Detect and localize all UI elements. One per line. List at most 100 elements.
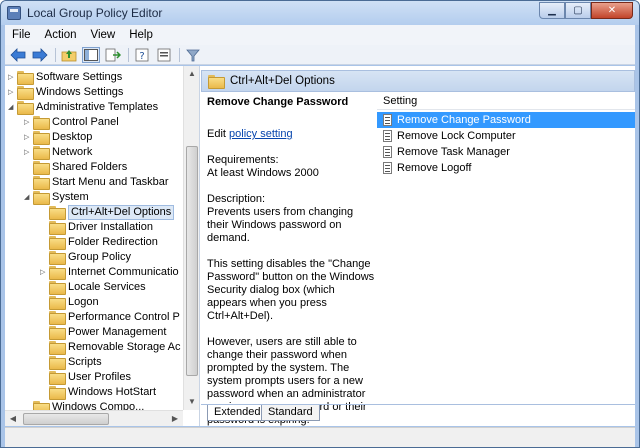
tree-item-label: System: [52, 191, 89, 203]
tree-item[interactable]: ▷ Desktop: [5, 130, 183, 145]
export-list-button[interactable]: [104, 47, 122, 63]
tree-item[interactable]: ◢ System: [5, 190, 183, 205]
tree-item-label: Removable Storage Ac: [68, 341, 181, 353]
description-paragraph-2: This setting disables the "Change Passwo…: [207, 258, 375, 322]
tree-scroll-thumb[interactable]: [186, 146, 198, 376]
tree-hscroll-thumb[interactable]: [23, 413, 109, 425]
tree-item[interactable]: Removable Storage Ac: [5, 340, 183, 355]
tree-horizontal-scrollbar[interactable]: ◀ ▶: [5, 410, 183, 426]
collapse-icon[interactable]: ◢: [8, 104, 15, 111]
setting-label: Remove Change Password: [397, 114, 531, 126]
tree-item[interactable]: Locale Services: [5, 280, 183, 295]
client-area: ▷ Software Settings ▷ Windows Settings ◢ Admi…: [5, 66, 635, 426]
export-list-icon: [105, 48, 121, 61]
setting-column-header[interactable]: Setting: [377, 92, 635, 110]
collapse-icon[interactable]: ◢: [24, 194, 31, 201]
scroll-down-icon[interactable]: ▼: [184, 394, 199, 410]
folder-icon: [49, 311, 66, 325]
expand-icon[interactable]: ▷: [40, 269, 47, 276]
tree-item[interactable]: ▷ Control Panel: [5, 115, 183, 130]
window-controls: ▁ ▢ ✕: [539, 2, 633, 19]
svg-text:?: ?: [139, 51, 144, 62]
minimize-button[interactable]: ▁: [539, 2, 565, 19]
tree-item-label: User Profiles: [68, 371, 131, 383]
back-arrow-icon: [10, 47, 26, 62]
tree-item-label: Windows HotStart: [68, 386, 157, 398]
maximize-button[interactable]: ▢: [565, 2, 591, 19]
tree-item[interactable]: Shared Folders: [5, 160, 183, 175]
expand-icon: [40, 299, 47, 306]
tree-item[interactable]: Scripts: [5, 355, 183, 370]
tree-item-label: Internet Communicatio: [68, 266, 179, 278]
expand-icon[interactable]: ▷: [24, 119, 31, 126]
expand-icon[interactable]: ▷: [8, 89, 15, 96]
forward-button[interactable]: [31, 47, 49, 63]
expand-icon[interactable]: ▷: [24, 134, 31, 141]
tree-item-label: Start Menu and Taskbar: [52, 176, 169, 188]
expand-icon[interactable]: ▷: [24, 149, 31, 156]
tree-vertical-scrollbar[interactable]: ▲ ▼: [183, 66, 199, 410]
setting-row[interactable]: Remove Lock Computer: [377, 128, 635, 144]
properties-icon: [157, 48, 171, 61]
tree-item[interactable]: Logon: [5, 295, 183, 310]
toolbar-separator: [128, 47, 129, 62]
title-bar[interactable]: Local Group Policy Editor ▁ ▢ ✕: [1, 1, 639, 25]
expand-icon: [40, 344, 47, 351]
tree-items: ▷ Software Settings ▷ Windows Settings ◢ Admi…: [5, 70, 183, 415]
setting-row[interactable]: Remove Change Password: [377, 112, 635, 128]
policy-setting-icon: [383, 162, 392, 174]
tree-item[interactable]: Group Policy: [5, 250, 183, 265]
tree-item[interactable]: ▷ Windows Settings: [5, 85, 183, 100]
tree-item[interactable]: ▷ Internet Communicatio: [5, 265, 183, 280]
menu-action[interactable]: Action: [38, 29, 84, 41]
app-window: Local Group Policy Editor ▁ ▢ ✕ File Act…: [0, 0, 640, 448]
up-one-level-button[interactable]: [60, 47, 78, 63]
filter-icon: [186, 49, 200, 61]
help-button[interactable]: ?: [133, 47, 151, 63]
menu-help[interactable]: Help: [122, 29, 160, 41]
tree-item[interactable]: Start Menu and Taskbar: [5, 175, 183, 190]
policy-setting-link[interactable]: policy setting: [229, 128, 293, 140]
extended-description: Remove Change Password Edit policy setti…: [207, 96, 375, 426]
tree-item[interactable]: ▷ Software Settings: [5, 70, 183, 85]
expand-icon: [40, 329, 47, 336]
tree-item[interactable]: Folder Redirection: [5, 235, 183, 250]
expand-icon: [40, 239, 47, 246]
tree-item[interactable]: ◢ Administrative Templates: [5, 100, 183, 115]
properties-button[interactable]: [155, 47, 173, 63]
expand-icon[interactable]: ▷: [8, 74, 15, 81]
menu-file[interactable]: File: [5, 29, 38, 41]
close-button[interactable]: ✕: [591, 2, 633, 19]
tree-item[interactable]: Windows HotStart: [5, 385, 183, 400]
tree-item[interactable]: Power Management: [5, 325, 183, 340]
folder-icon: [49, 236, 66, 250]
forward-arrow-icon: [32, 47, 48, 62]
tree-item-label: Power Management: [68, 326, 167, 338]
description-label: Description:: [207, 193, 266, 205]
tree-item[interactable]: Ctrl+Alt+Del Options: [5, 205, 183, 220]
back-button[interactable]: [9, 47, 27, 63]
tree-item-label: Desktop: [52, 131, 93, 143]
setting-row[interactable]: Remove Logoff: [377, 160, 635, 176]
menu-view[interactable]: View: [84, 29, 123, 41]
folder-icon: [49, 386, 66, 400]
setting-row[interactable]: Remove Task Manager: [377, 144, 635, 160]
tree-item-label: Scripts: [68, 356, 102, 368]
expand-icon: [24, 164, 31, 171]
folder-icon: [49, 371, 66, 385]
tree-item[interactable]: ▷ Network: [5, 145, 183, 160]
requirements-value: At least Windows 2000: [207, 167, 319, 179]
tab-standard[interactable]: Standard: [261, 405, 320, 421]
folder-icon: [49, 206, 66, 220]
scroll-left-icon[interactable]: ◀: [5, 411, 21, 426]
tree-item[interactable]: Driver Installation: [5, 220, 183, 235]
view-tabs: Extended Standard: [201, 404, 635, 424]
filter-options-button[interactable]: [184, 47, 202, 63]
tab-extended[interactable]: Extended: [207, 405, 268, 421]
tree-item[interactable]: User Profiles: [5, 370, 183, 385]
expand-icon: [40, 254, 47, 261]
tree-item[interactable]: Performance Control P: [5, 310, 183, 325]
show-hide-console-tree-button[interactable]: [82, 46, 100, 63]
scroll-right-icon[interactable]: ▶: [167, 411, 183, 426]
scroll-up-icon[interactable]: ▲: [184, 66, 199, 82]
